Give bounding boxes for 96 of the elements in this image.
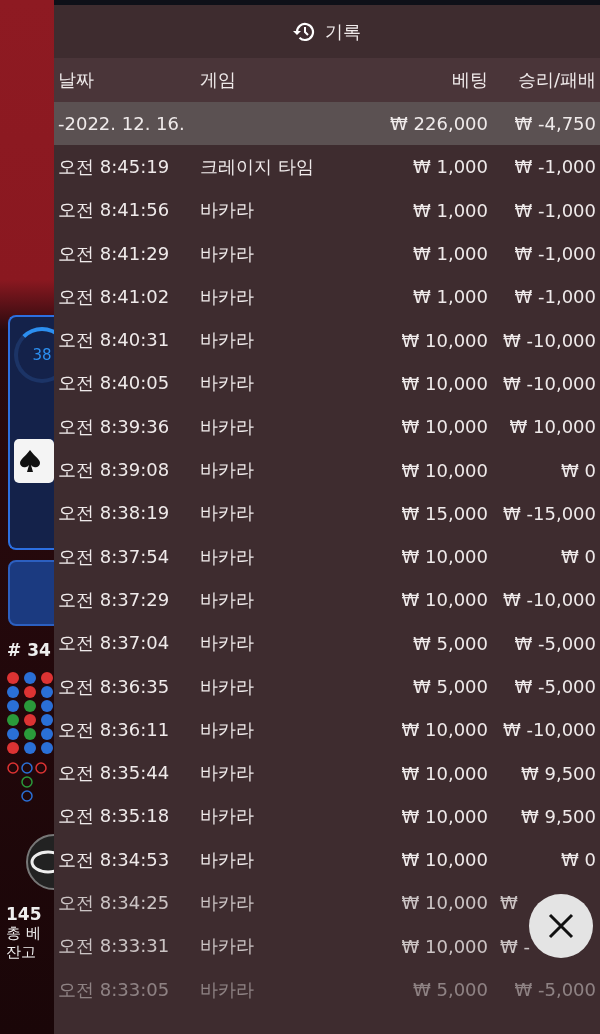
total-bet-label: 총 베 <box>6 924 42 943</box>
bet-cell-text: ₩ 1,000 <box>411 199 488 221</box>
result-cell-text: ₩ 9,500 <box>519 762 596 784</box>
game-cell-text: 바카라 <box>200 761 255 786</box>
game-cell-text: 바카라 <box>200 198 255 223</box>
round-number: # 34 <box>7 640 52 660</box>
time-cell-text: 오전 8:33:05 <box>58 977 171 1002</box>
date-summary-row[interactable]: -2022. 12. 16. ₩ 226,000 ₩ -4,750 <box>54 102 600 146</box>
history-icon <box>293 21 315 42</box>
result-cell-text: ₩ -1,000 <box>513 243 596 265</box>
time-cell-text: 오전 8:36:11 <box>58 717 171 742</box>
bet-cell-text: ₩ 1,000 <box>411 243 488 265</box>
time-cell-text: 오전 8:36:35 <box>58 674 171 699</box>
spade-icon <box>20 450 40 472</box>
game-cell-text: 바카라 <box>200 631 255 656</box>
column-header: 날짜 <box>58 68 95 92</box>
bet-cell-text: ₩ 10,000 <box>400 416 488 438</box>
bet-cell-text: ₩ 10,000 <box>400 329 488 351</box>
time-cell-text: 오전 8:39:08 <box>58 458 171 482</box>
result-cell-text: ₩ -1,000 <box>513 286 596 308</box>
result-cell-text: ₩ 0 <box>560 546 596 568</box>
bet-cell-text: ₩ 226,000 <box>389 113 488 135</box>
bet-cell-text: ₩ 5,000 <box>411 676 488 697</box>
game-cell-text: 바카라 <box>200 371 255 396</box>
time-cell-text: 오전 8:41:02 <box>58 284 171 309</box>
result-cell-text: ₩ -5,000 <box>513 979 596 1001</box>
game-cell-text: 바카라 <box>200 717 255 742</box>
time-cell-text: 오전 8:35:18 <box>58 804 171 829</box>
time-cell-text: 오전 8:40:05 <box>58 371 171 396</box>
bet-cell-text: ₩ 10,000 <box>400 892 488 914</box>
result-cell-text: ₩ <box>499 892 518 914</box>
result-cell-text: ₩ -10,000 <box>502 589 596 611</box>
game-cell-text: 크레이지 타임 <box>200 154 315 179</box>
game-cell-text: 바카라 <box>200 934 255 959</box>
bet-cell-text: ₩ 10,000 <box>400 762 488 784</box>
time-cell-text: 오전 8:39:36 <box>58 414 171 439</box>
result-cell-text: ₩ -5,000 <box>513 632 596 654</box>
result-cell-text: ₩ -10,000 <box>502 719 596 741</box>
bet-cell-text: ₩ 10,000 <box>400 805 488 827</box>
time-cell-text: 오전 8:37:29 <box>58 587 171 612</box>
game-cell-text: 바카라 <box>200 847 255 872</box>
column-header: 승리/패배 <box>516 68 596 92</box>
game-cell-text: 바카라 <box>200 674 255 699</box>
bet-cell-text: ₩ 5,000 <box>411 632 488 654</box>
game-cell-text: 바카라 <box>200 284 255 309</box>
time-cell-text: 오전 8:37:04 <box>58 631 171 656</box>
result-cell-text: ₩ - <box>499 935 530 957</box>
bet-cell-text: ₩ 10,000 <box>400 589 488 611</box>
time-cell-text: 오전 8:40:31 <box>58 328 171 353</box>
game-cell-text: 바카라 <box>200 977 255 1002</box>
game-cell-text: 바카라 <box>200 458 255 482</box>
bet-cell-text: ₩ 10,000 <box>400 935 488 957</box>
game-cell-text: 바카라 <box>200 544 255 569</box>
bet-cell-text: ₩ 5,000 <box>411 979 488 1001</box>
bet-cell-text: ₩ 10,000 <box>400 849 488 871</box>
game-cell-text: 바카라 <box>200 804 255 829</box>
result-cell-text: ₩ 0 <box>560 459 596 481</box>
game-cell-text: 바카라 <box>200 241 255 266</box>
result-cell-text: ₩ -1,000 <box>513 199 596 221</box>
panel-title: 기록 <box>325 19 361 44</box>
time-cell-text: 오전 8:41:29 <box>58 241 171 266</box>
bet-cell-text: ₩ 1,000 <box>411 156 488 178</box>
result-cell-text: ₩ 0 <box>560 849 596 871</box>
column-header: 베팅 <box>451 68 488 92</box>
result-cell-text: ₩ -1,000 <box>513 156 596 178</box>
player-count: 145 <box>6 904 43 924</box>
time-cell-text: 오전 8:34:25 <box>58 891 171 915</box>
bet-cell-text: ₩ 10,000 <box>400 459 488 481</box>
time-cell-text: 오전 8:33:31 <box>58 934 171 959</box>
time-cell-text: 오전 8:38:19 <box>58 501 171 526</box>
bet-cell-text: ₩ 10,000 <box>400 546 488 568</box>
result-cell-text: ₩ 10,000 <box>508 416 596 438</box>
result-cell-text: ₩ -10,000 <box>502 329 596 351</box>
close-icon <box>548 913 574 939</box>
balance-label: 잔고 <box>6 943 37 962</box>
game-cell-text: 바카라 <box>200 587 255 612</box>
bet-cell-text: ₩ 15,000 <box>400 502 488 524</box>
bet-cell-text: ₩ 10,000 <box>400 372 488 394</box>
column-header: 게임 <box>200 68 237 92</box>
game-cell-text: 바카라 <box>200 891 255 915</box>
date-cell-text: -2022. 12. 16. <box>58 113 186 135</box>
bet-cell-text: ₩ 10,000 <box>400 719 488 741</box>
bet-cell-text: ₩ 1,000 <box>411 286 488 308</box>
game-cell-text: 바카라 <box>200 328 255 353</box>
result-cell-text: ₩ -5,000 <box>513 676 596 697</box>
time-cell-text: 오전 8:41:56 <box>58 198 171 223</box>
game-cell-text: 바카라 <box>200 501 255 526</box>
result-cell-text: ₩ -4,750 <box>513 113 596 135</box>
time-cell-text: 오전 8:34:53 <box>58 847 171 872</box>
result-cell-text: ₩ -15,000 <box>502 502 596 524</box>
game-cell-text: 바카라 <box>200 414 255 439</box>
time-cell-text: 오전 8:35:44 <box>58 761 171 786</box>
time-cell-text: 오전 8:37:54 <box>58 544 171 569</box>
result-cell-text: ₩ -10,000 <box>502 372 596 394</box>
time-cell-text: 오전 8:45:19 <box>58 154 171 179</box>
result-cell-text: ₩ 9,500 <box>519 805 596 827</box>
